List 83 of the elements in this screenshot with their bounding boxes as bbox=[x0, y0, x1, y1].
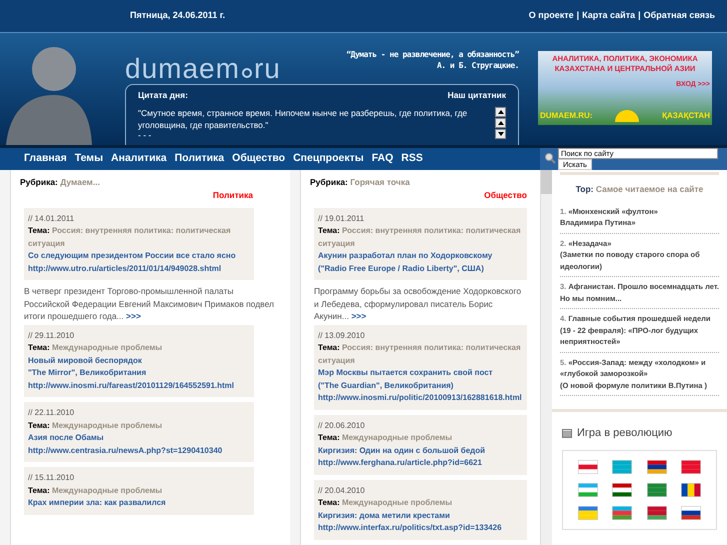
top-link[interactable]: Карта сайта bbox=[582, 9, 636, 23]
article-link[interactable]: Мэр Москвы пытается сохранить свой пост bbox=[318, 367, 523, 380]
quote-archive-link[interactable]: Наш цитатник bbox=[448, 89, 506, 102]
banner-site-text: DUMAEM.RU: bbox=[540, 110, 592, 122]
theme-text: Тема: Международные проблемы bbox=[28, 484, 162, 497]
site-logo[interactable]: dumaem ru bbox=[125, 55, 281, 83]
nav-link[interactable]: Аналитика bbox=[111, 151, 167, 167]
theme-text: Тема: Россия: внутренняя политика: политическая ситуация bbox=[318, 342, 522, 367]
quote-title: Цитата дня: bbox=[138, 89, 189, 102]
article-link[interactable]: Азия после Обамы bbox=[28, 432, 250, 444]
motto-text: “Думать - не развлечение, а обязанность” bbox=[346, 49, 519, 60]
theme-text: Тема: Россия: внутренняя политика: политическая ситуация bbox=[318, 225, 522, 250]
theme-text: Тема: Международные проблемы bbox=[318, 497, 452, 509]
source-link[interactable]: http://www.interfax.ru/politics/txt.asp?id=133426 bbox=[318, 522, 523, 534]
category-link[interactable]: Общество bbox=[484, 188, 527, 202]
nav-link[interactable]: RSS bbox=[401, 151, 423, 167]
article-link[interactable]: Киргизия: Один на один с большой бедой bbox=[318, 444, 523, 457]
scrollbar-thumb[interactable] bbox=[541, 170, 552, 194]
game-title: Игра в революцию bbox=[577, 426, 672, 442]
theme-text: Тема: Международные проблемы bbox=[318, 432, 452, 444]
flag-icon[interactable] bbox=[680, 506, 701, 520]
flag-icon[interactable] bbox=[646, 506, 667, 520]
caret-up-icon bbox=[498, 120, 504, 125]
article-link[interactable]: "The Mirror", Великобритания bbox=[28, 367, 250, 380]
date-text: Пятница, 24.06.2011 г. bbox=[130, 9, 226, 22]
quote-text: "Смутное время, странное время. Нипочем нынче не разберешь, где политика, где уголовщина, где правительство." - - - bbox=[138, 106, 495, 139]
caret-down-icon bbox=[498, 132, 504, 136]
source-link[interactable]: http://www.inosmi.ru/politic/20100913/162881618.html bbox=[318, 392, 523, 404]
flag-icon[interactable] bbox=[680, 482, 701, 497]
separator-text: | bbox=[638, 9, 641, 22]
nav-link[interactable]: FAQ bbox=[372, 151, 394, 167]
flag-icon[interactable] bbox=[612, 482, 632, 497]
article-date: // 20.06.2010 bbox=[318, 420, 366, 432]
scroll-up-button[interactable] bbox=[495, 106, 506, 117]
article-link[interactable]: Новый мировой беспорядок bbox=[28, 354, 250, 367]
article-date: // 29.11.2010 bbox=[28, 330, 76, 342]
nav-link[interactable]: Темы bbox=[74, 151, 104, 167]
article-excerpt: В четверг президент Торгово-промышленной палаты Российской Федерации Евгений Максимович Примаков подвел итоги прошедшего года... >>> bbox=[24, 285, 276, 322]
nav-link[interactable]: Спецпроекты bbox=[293, 151, 364, 167]
article-link[interactable]: Крах империи зла: как развалился bbox=[28, 497, 250, 510]
article-date: // 19.01.2011 bbox=[318, 212, 366, 224]
theme-text: Тема: Россия: внутренняя политика: политическая ситуация bbox=[28, 225, 232, 250]
flag-icon[interactable] bbox=[578, 460, 598, 474]
article-link[interactable]: Киргизия: дома метили крестами bbox=[318, 510, 523, 522]
source-link[interactable]: http://www.utro.ru/articles/2011/01/14/949028.shtml bbox=[28, 262, 250, 275]
category-link[interactable]: Политика bbox=[212, 188, 253, 202]
source-link[interactable]: http://www.ferghana.ru/article.php?id=6621 bbox=[318, 457, 523, 470]
nav-link[interactable]: Политика bbox=[174, 151, 224, 167]
top-link[interactable]: О проекте bbox=[528, 9, 574, 23]
article-date: // 13.09.2010 bbox=[318, 330, 366, 342]
top-link[interactable]: Обратная связь bbox=[644, 9, 715, 23]
source-link[interactable]: http://www.inosmi.ru/fareast/20101129/164552591.html bbox=[28, 380, 250, 392]
quote-more: - - - bbox=[138, 130, 152, 139]
article-link[interactable]: Акунин разработал план по Ходорковскому bbox=[318, 250, 523, 262]
motto-author: А. и Б. Стругацкие. bbox=[436, 60, 519, 71]
theme-text: Тема: Международные проблемы bbox=[28, 342, 162, 354]
theme-text: Тема: Международные проблемы bbox=[28, 420, 162, 432]
rubric-text: Рубрика: Горячая точка bbox=[310, 176, 411, 189]
article-excerpt: Программу борьбы за освобождение Ходорковского и Лебедева, сформулировал писатель Борис Акунин... >>> bbox=[314, 285, 522, 322]
nav-link[interactable]: Главная bbox=[24, 151, 67, 167]
banner-country-text: ҚАЗАҚСТАН bbox=[662, 110, 710, 122]
article-date: // 22.11.2010 bbox=[28, 407, 76, 419]
flag-icon[interactable] bbox=[680, 460, 701, 474]
source-link[interactable]: http://www.centrasia.ru/newsA.php?st=1290410340 bbox=[28, 444, 250, 457]
separator-text: | bbox=[576, 9, 580, 22]
article-date: // 15.11.2010 bbox=[28, 472, 76, 484]
rubric-text: Рубрика: Думаем... bbox=[20, 176, 101, 189]
flag-icon[interactable] bbox=[646, 482, 667, 497]
caret-up-icon bbox=[498, 110, 504, 114]
top-heading: Top: Самое читаемое на сайте bbox=[576, 184, 704, 194]
scroll-down-button[interactable] bbox=[495, 128, 506, 139]
article-link[interactable]: ("Radio Free Europe / Radio Liberty", США) bbox=[318, 262, 523, 275]
more-link[interactable]: >>> bbox=[126, 311, 141, 321]
nav-link[interactable]: Общество bbox=[232, 151, 286, 167]
scroll-up-button[interactable] bbox=[495, 118, 506, 128]
list-icon bbox=[562, 429, 572, 438]
article-date: // 14.01.2011 bbox=[28, 212, 76, 224]
search-icon bbox=[544, 152, 556, 164]
more-link[interactable]: >>> bbox=[351, 311, 366, 321]
article-link[interactable]: ("The Guardian", Великобритания) bbox=[318, 380, 523, 392]
article-link[interactable]: Со следующим президентом России все стало ясно bbox=[28, 250, 250, 262]
flag-icon[interactable] bbox=[646, 460, 667, 474]
article-date: // 20.04.2010 bbox=[318, 484, 366, 496]
